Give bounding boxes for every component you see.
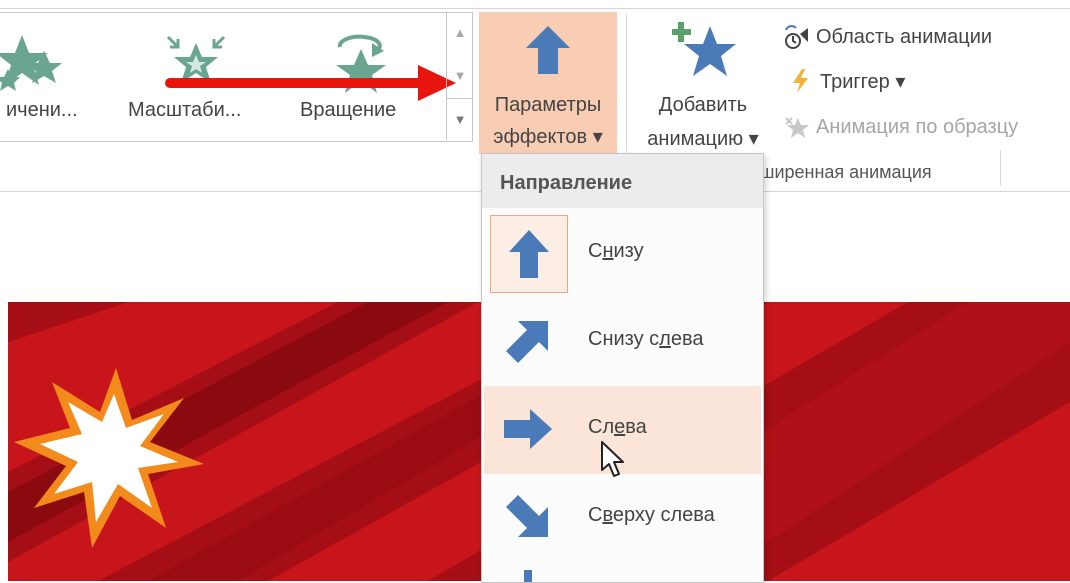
add-animation-label: Добавить	[658, 94, 748, 116]
annotation-arrow	[165, 65, 456, 101]
ribbon-separator	[1000, 150, 1001, 186]
dropdown-header-label: Направление	[500, 172, 633, 194]
effect-options-button[interactable]: Параметры эффектов ▾	[479, 12, 617, 154]
mouse-cursor-icon	[601, 441, 624, 477]
arrow-up-icon	[490, 215, 568, 293]
direction-label: Слева	[588, 416, 647, 438]
dropdown-header: Направление	[482, 154, 763, 208]
animation-painter-icon	[785, 117, 809, 138]
advanced-animation-group-label: ширенная анимация	[760, 162, 932, 182]
arrow-down-right-icon	[490, 479, 568, 557]
animation-painter-label: Анимация по образцу	[816, 115, 1019, 138]
gallery-item-label: ичени...	[6, 99, 78, 121]
direction-dropdown: Направление Снизу Снизу слева Слева Свер…	[481, 153, 764, 583]
trigger-button[interactable]: Триггер ▾	[788, 64, 905, 98]
animation-pane-button[interactable]: Область анимации	[784, 20, 992, 54]
animation-pane-label: Область анимации	[816, 25, 993, 48]
direction-label: Снизу слева	[588, 328, 704, 350]
direction-label: Снизу	[588, 240, 644, 262]
effect-options-label: Параметры	[494, 94, 602, 116]
gallery-item-emphasis[interactable]: ичени...	[0, 13, 110, 141]
direction-from-top-left[interactable]: Сверху слева	[484, 474, 761, 562]
add-animation-label: анимацию ▾	[647, 128, 759, 150]
direction-from-bottom[interactable]: Снизу	[484, 210, 761, 298]
add-star-icon	[672, 22, 736, 76]
scroll-up-button[interactable]: ▲	[447, 12, 473, 54]
star-effect-icon	[0, 35, 62, 91]
add-animation-button[interactable]: Добавить анимацию ▾	[632, 14, 774, 156]
direction-from-bottom-left[interactable]: Снизу слева	[484, 298, 761, 386]
gallery-more-button[interactable]: ▼	[447, 98, 473, 141]
arrow-right-icon	[490, 391, 568, 469]
arrow-up-right-icon	[490, 303, 568, 381]
animation-pane-icon	[785, 25, 808, 49]
arrow-up-icon	[526, 26, 570, 74]
effect-options-label: эффектов ▾	[493, 126, 603, 148]
direction-next-item-icon	[490, 568, 566, 582]
lightning-icon	[793, 69, 808, 93]
trigger-label: Триггер ▾	[820, 70, 906, 93]
gallery-scrollbar: ▲ ▼ ▼	[446, 12, 473, 140]
direction-label: Сверху слева	[588, 504, 715, 526]
animation-painter-button[interactable]: Анимация по образцу	[784, 110, 1018, 144]
scroll-down-button[interactable]: ▼	[447, 55, 473, 97]
animation-gallery: ичени... Масштаби... Вращение	[0, 12, 473, 142]
ribbon-divider	[0, 8, 1070, 9]
